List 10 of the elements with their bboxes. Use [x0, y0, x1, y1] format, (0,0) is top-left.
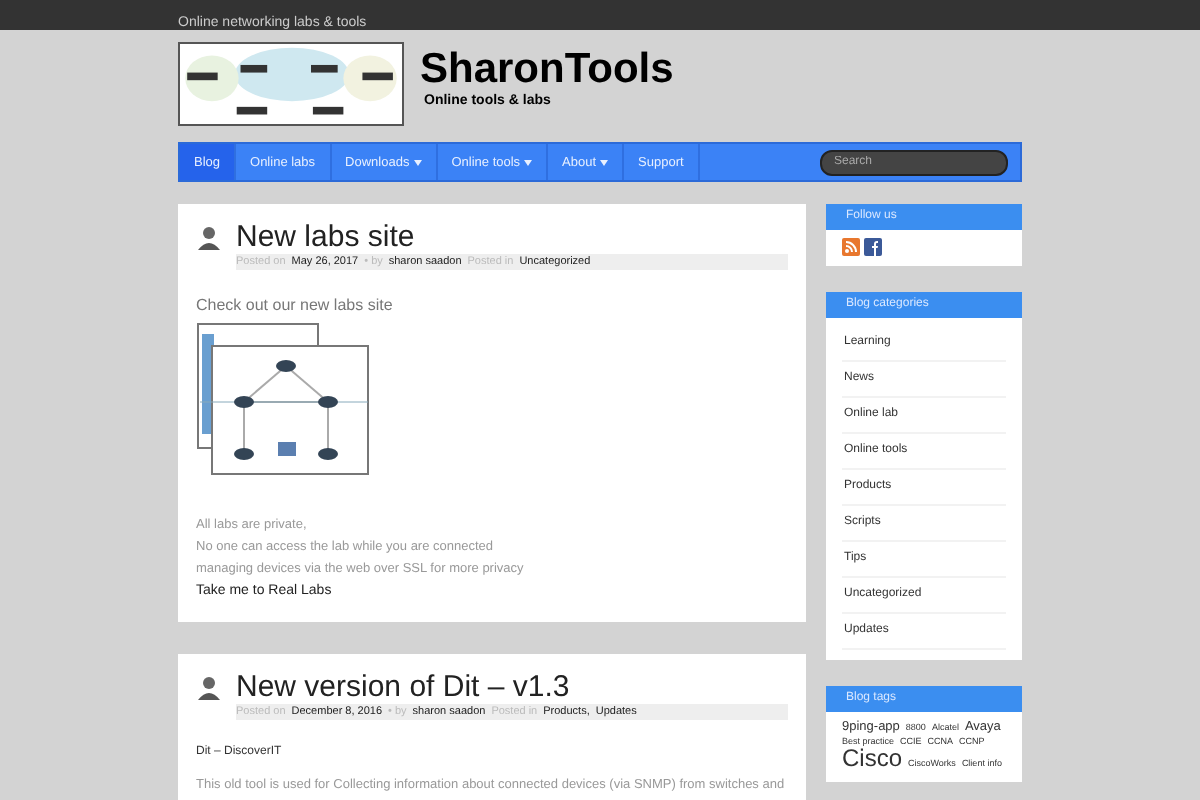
- post-title[interactable]: New version of Dit – v1.3: [236, 670, 570, 704]
- post-title[interactable]: New labs site: [236, 220, 415, 254]
- rss-icon[interactable]: [842, 238, 860, 256]
- network-logo-drawing[interactable]: [178, 42, 404, 126]
- facebook-icon[interactable]: [864, 238, 882, 256]
- avatar-icon: [196, 674, 222, 700]
- post-heading: Check out our new labs site: [196, 296, 395, 314]
- tag-link[interactable]: Cisco: [842, 746, 903, 772]
- site-title[interactable]: SharonTools: [420, 46, 674, 94]
- avatar-icon: [196, 224, 222, 250]
